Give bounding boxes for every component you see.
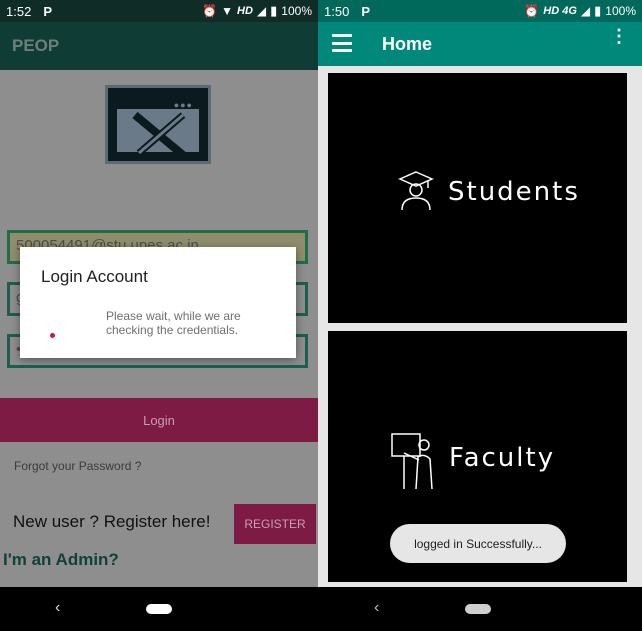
page-title: Home <box>382 34 433 54</box>
logo-window-icon: ●●● <box>114 94 202 159</box>
home-pill-icon[interactable] <box>146 604 172 614</box>
back-icon[interactable]: ‹ <box>374 599 379 617</box>
progress-dialog: Login Account Please wait, while we are … <box>20 247 296 358</box>
app-logo: ●●● <box>105 85 211 164</box>
status-bar: 1:52 P ⏰ ▼ HD ◢ ▮ 100% <box>0 0 318 22</box>
teacher-board-icon <box>391 433 433 490</box>
more-options-icon[interactable]: ⋮ <box>610 27 628 45</box>
status-time: 1:50 <box>324 3 350 19</box>
nav-bar: ‹ <box>318 587 642 631</box>
register-button[interactable]: REGISTER <box>234 504 316 544</box>
login-button[interactable]: Login <box>0 398 318 442</box>
new-user-text: New user ? Register here! <box>13 512 211 531</box>
graduate-icon <box>398 171 434 211</box>
network-type: HD <box>237 5 253 17</box>
dialog-title: Login Account <box>41 267 148 286</box>
nav-bar: ‹ <box>0 587 318 631</box>
app-notification-icon: P <box>43 3 52 19</box>
forgot-password-link[interactable]: Forgot your Password ? <box>14 459 141 473</box>
battery-level: 100% <box>605 4 636 18</box>
loading-spinner-icon <box>50 333 55 338</box>
back-icon[interactable]: ‹ <box>55 599 60 617</box>
app-bar: PEOP <box>0 22 318 70</box>
login-screen: 1:52 P ⏰ ▼ HD ◢ ▮ 100% PEOP ●●● 50005449… <box>0 0 318 631</box>
signal-icon: ◢ <box>580 4 591 18</box>
home-pill-icon[interactable] <box>465 604 491 614</box>
wifi-icon: ▼ <box>221 4 234 18</box>
status-right: ⏰ ▼ HD ◢ ▮ 100% <box>202 3 312 19</box>
home-screen: 1:50 P ⏰ HD 4G ◢ ▮ 100% Home ⋮ Students <box>318 0 642 631</box>
students-label: Students <box>448 177 580 207</box>
status-bar: 1:50 P ⏰ HD 4G ◢ ▮ 100% <box>318 0 642 22</box>
dialog-message: Please wait, while we are checking the c… <box>106 309 241 337</box>
network-type: HD 4G <box>543 5 577 17</box>
hamburger-menu-icon[interactable] <box>332 34 352 52</box>
faculty-label: Faculty <box>449 443 556 473</box>
admin-link[interactable]: I'm an Admin? <box>3 550 119 570</box>
toast-message: logged in Successfully... <box>390 524 566 563</box>
battery-icon: ▮ <box>270 3 278 18</box>
ruler-pencil-icon <box>132 111 186 159</box>
signal-icon: ◢ <box>256 4 267 18</box>
students-tile[interactable]: Students <box>328 73 627 323</box>
battery-level: 100% <box>281 4 312 18</box>
app-title: PEOP <box>12 36 60 55</box>
status-time: 1:52 <box>6 3 32 19</box>
battery-icon: ▮ <box>594 3 602 18</box>
app-bar: Home ⋮ <box>318 22 642 66</box>
alarm-icon: ⏰ <box>524 4 540 18</box>
app-notification-icon: P <box>361 3 370 19</box>
alarm-icon: ⏰ <box>202 4 218 18</box>
status-right: ⏰ HD 4G ◢ ▮ 100% <box>524 3 636 19</box>
